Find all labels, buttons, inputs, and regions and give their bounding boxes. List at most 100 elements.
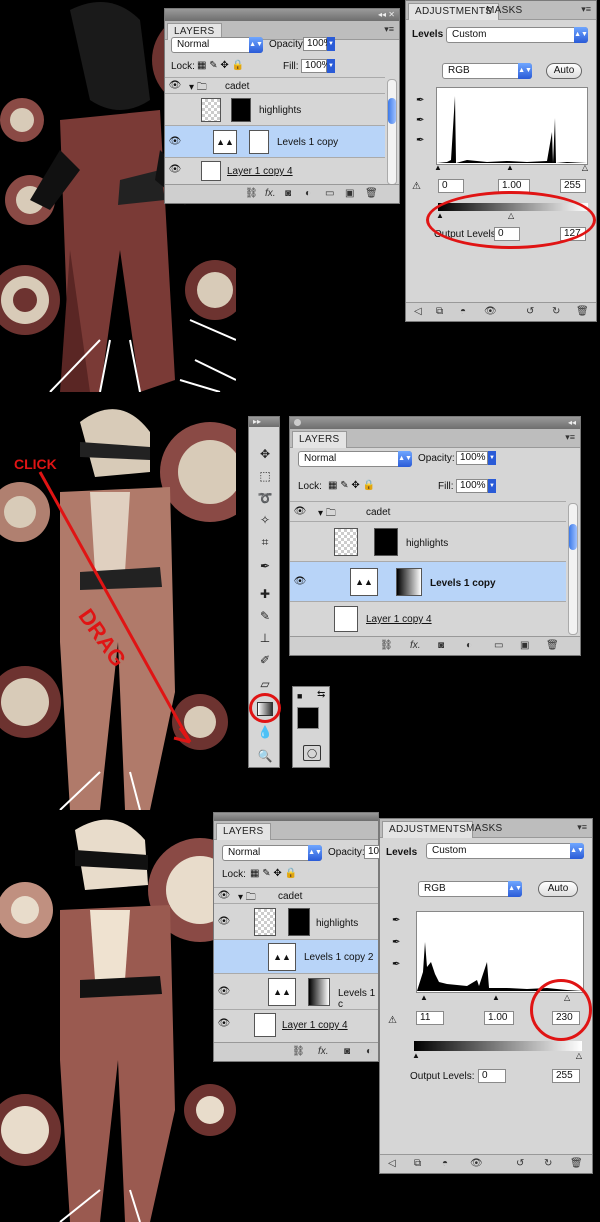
input-gamma-field[interactable]: 1.00 (484, 1011, 514, 1025)
opacity-field[interactable]: 100% (456, 451, 488, 465)
eyedropper-white-icon[interactable]: ✒ (416, 135, 424, 146)
new-layer-icon[interactable]: ▣ (520, 640, 529, 651)
eye-icon[interactable]: 👁 (167, 164, 183, 175)
layer-row[interactable]: 👁 ▾ 🗀 cadet (290, 501, 566, 522)
new-layer-icon[interactable]: ▣ (345, 188, 354, 199)
input-sliders[interactable]: ▲ ▲ △ (434, 163, 588, 172)
eye-icon[interactable]: 👁 (470, 1158, 483, 1169)
layer-row[interactable]: Layer 1 copy 4 (290, 601, 566, 636)
eyedropper-black-icon[interactable]: ✒ (392, 915, 400, 926)
preset-select[interactable]: Custom ▲▼ (446, 27, 588, 43)
eye-icon[interactable]: 👁 (216, 1018, 232, 1029)
clip-icon[interactable]: ◓ (442, 1158, 448, 1169)
previous-state-icon[interactable]: ↺ (516, 1158, 524, 1169)
input-black-field[interactable]: 11 (416, 1011, 444, 1025)
output-white-field[interactable]: 255 (552, 1069, 580, 1083)
channel-select[interactable]: RGB ▲▼ (442, 63, 532, 79)
mask-icon[interactable]: ◙ (285, 188, 291, 199)
mask-icon[interactable]: ◙ (344, 1046, 350, 1057)
trash-icon[interactable]: 🗑 (570, 1158, 583, 1169)
layer-row[interactable]: 👁 highlights (214, 903, 378, 940)
eye-icon[interactable]: 👁 (216, 986, 232, 997)
eyedropper-white-icon[interactable]: ✒ (392, 959, 400, 970)
quick-mask-icon[interactable]: ◯ (303, 745, 321, 761)
crop-tool-icon[interactable]: ⌗ (254, 533, 276, 551)
output-black-field[interactable]: 0 (478, 1069, 506, 1083)
mask-icon[interactable]: ◙ (438, 640, 444, 651)
layer-row[interactable]: 👁 ▲▲ Levels 1 c (214, 973, 378, 1010)
marquee-tool-icon[interactable]: ⬚ (254, 467, 276, 485)
clipping-warning-icon[interactable]: ⚠ (412, 181, 421, 192)
clip-icon[interactable]: ◓ (460, 306, 466, 317)
output-sliders[interactable]: ▲ △ (412, 1051, 582, 1060)
layer-row[interactable]: 👁 Layer 1 copy 4 (214, 1009, 378, 1040)
blend-mode-select[interactable]: Normal ▲▼ (222, 845, 322, 861)
eraser-tool-icon[interactable]: ▱ (254, 675, 276, 693)
clone-stamp-tool-icon[interactable]: ⊥ (254, 629, 276, 647)
masks-tab[interactable]: MASKS (460, 821, 509, 837)
eyedropper-tool-icon[interactable]: ✒ (254, 557, 276, 575)
panel-menu-icon[interactable]: ▾≡ (581, 4, 591, 15)
swap-colors-icon[interactable]: ⇆ (317, 689, 325, 700)
eye-icon[interactable]: 👁 (292, 506, 308, 517)
healing-brush-tool-icon[interactable]: ✚ (254, 585, 276, 603)
opacity-field[interactable]: 10 (364, 845, 380, 859)
fx-icon[interactable]: fx. (410, 640, 421, 651)
eyedropper-black-icon[interactable]: ✒ (416, 95, 424, 106)
previous-state-icon[interactable]: ↺ (526, 306, 534, 317)
input-white-field[interactable]: 255 (560, 179, 586, 193)
eyedropper-gray-icon[interactable]: ✒ (416, 115, 424, 126)
auto-button[interactable]: Auto (546, 63, 582, 79)
link-icon[interactable]: ⛓ (245, 188, 258, 199)
trash-icon[interactable]: 🗑 (576, 306, 589, 317)
preset-select[interactable]: Custom ▲▼ (426, 843, 584, 859)
link-icon[interactable]: ⛓ (380, 640, 393, 651)
trash-icon[interactable]: 🗑 (546, 640, 559, 651)
brush-tool-icon[interactable]: ✎ (254, 607, 276, 625)
layer-row-selected[interactable]: 👁 ▲▲ Levels 1 copy (165, 125, 385, 158)
layer-row[interactable]: 👁 ▾ 🗀 cadet (214, 887, 378, 904)
group-icon[interactable]: ▭ (494, 640, 503, 651)
opacity-field[interactable]: 100% (303, 37, 333, 51)
history-brush-tool-icon[interactable]: ✐ (254, 651, 276, 669)
link-icon[interactable]: ⛓ (292, 1046, 305, 1057)
clipping-warning-icon[interactable]: ⚠ (388, 1015, 397, 1026)
blend-mode-select[interactable]: Normal ▲▼ (171, 37, 263, 53)
blend-mode-select[interactable]: Normal ▲▼ (298, 451, 412, 467)
adjustment-icon[interactable]: ◐ (305, 188, 311, 199)
layers-tab[interactable]: LAYERS (292, 431, 347, 448)
layer-row-selected[interactable]: 👁 ▲▲ Levels 1 copy (290, 561, 566, 602)
back-icon[interactable]: ◁ (388, 1158, 396, 1169)
panel-menu-icon[interactable]: ▾≡ (577, 822, 587, 833)
layers-scrollbar[interactable] (568, 503, 578, 635)
layer-row[interactable]: highlights (165, 93, 385, 126)
opacity-dropdown-icon[interactable]: ▼ (488, 451, 496, 465)
eye-icon[interactable]: 👁 (292, 576, 308, 587)
channel-select[interactable]: RGB ▲▼ (418, 881, 522, 897)
layers-tab[interactable]: LAYERS (216, 823, 271, 840)
eye-icon[interactable]: 👁 (216, 916, 232, 927)
masks-tab[interactable]: MASKS (480, 3, 529, 19)
reset-icon[interactable]: ↻ (552, 306, 560, 317)
expand-icon[interactable]: ⧉ (414, 1158, 421, 1169)
lock-icons[interactable]: ▦ ✎ ✥ 🔒 (328, 480, 375, 491)
lock-icons[interactable]: ▦ ✎ ✥ 🔒 (197, 60, 244, 71)
fill-field[interactable]: 100% (301, 59, 331, 73)
foreground-color-swatch[interactable] (297, 707, 319, 729)
dodge-tool-icon[interactable]: 🔍 (254, 747, 276, 765)
group-icon[interactable]: ▭ (325, 188, 334, 199)
opacity-dropdown-icon[interactable]: ▼ (327, 37, 335, 51)
expand-icon[interactable]: ⧉ (436, 306, 443, 317)
reset-icon[interactable]: ↻ (544, 1158, 552, 1169)
adjustment-icon[interactable]: ◐ (466, 640, 472, 651)
fill-dropdown-icon[interactable]: ▼ (327, 59, 335, 73)
auto-button[interactable]: Auto (538, 881, 578, 897)
lock-icons[interactable]: ▦ ✎ ✥ 🔒 (250, 868, 297, 879)
back-icon[interactable]: ◁ (414, 306, 422, 317)
default-colors-icon[interactable]: ■ (297, 691, 302, 701)
eyedropper-gray-icon[interactable]: ✒ (392, 937, 400, 948)
layers-scrollbar[interactable] (387, 79, 397, 185)
eye-icon[interactable]: 👁 (484, 306, 497, 317)
trash-icon[interactable]: 🗑 (365, 188, 378, 199)
eye-icon[interactable]: 👁 (167, 80, 183, 91)
